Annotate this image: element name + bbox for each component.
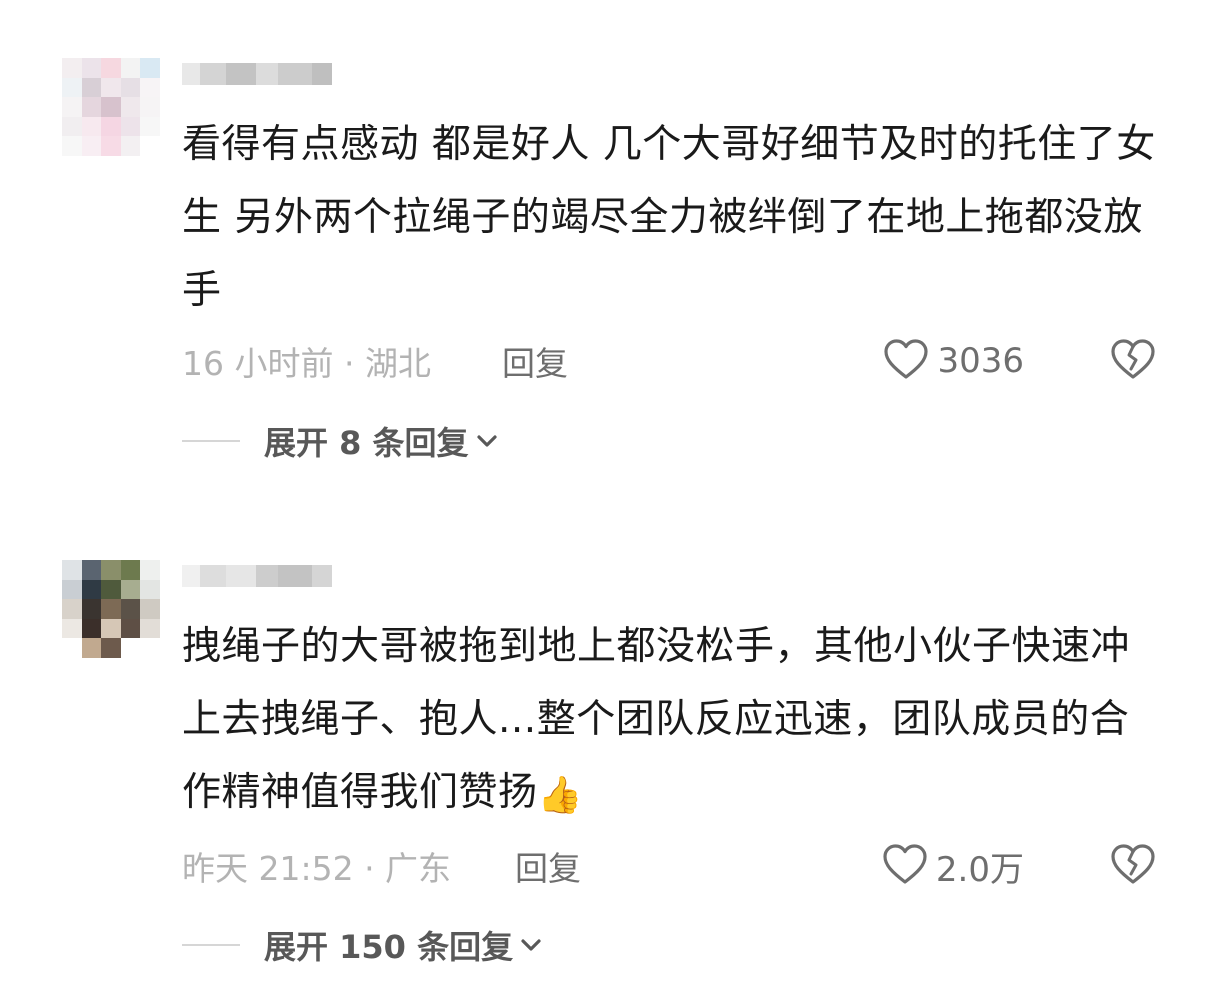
avatar-pixel <box>101 560 121 580</box>
username-mosaic-block <box>278 565 312 587</box>
username-mosaic-block <box>200 565 226 587</box>
avatar[interactable] <box>62 560 160 658</box>
expand-replies-button[interactable]: 展开 150 条回复 <box>182 922 543 968</box>
avatar-pixel <box>81 77 102 98</box>
avatar-pixel <box>81 579 102 600</box>
username-mosaic-block <box>182 565 200 587</box>
dislike-button[interactable] <box>1110 842 1156 890</box>
username-mosaic-block <box>226 565 256 587</box>
chevron-down-icon <box>475 433 499 449</box>
reply-button[interactable]: 回复 <box>515 842 581 890</box>
avatar-pixel <box>81 97 102 117</box>
avatar-pixel <box>101 77 121 98</box>
avatar-pixel <box>140 560 160 580</box>
avatar-pixel <box>62 97 82 117</box>
expand-replies-button[interactable]: 展开 8 条回复 <box>182 418 499 464</box>
avatar-pixel <box>120 599 141 619</box>
username-blurred[interactable] <box>182 560 332 592</box>
avatar-pixel <box>120 136 141 156</box>
thumbs-up-emoji: 👍 <box>537 775 583 816</box>
avatar-pixel <box>62 136 82 156</box>
comment-text-content: 看得有点感动 都是好人 几个大哥好细节及时的托住了女生 另外两个拉绳子的竭尽全力… <box>182 122 1156 313</box>
avatar-pixel <box>62 560 82 580</box>
expand-divider <box>182 944 240 946</box>
avatar-pixel <box>81 560 102 580</box>
comment-list: 看得有点感动 都是好人 几个大哥好细节及时的托住了女生 另外两个拉绳子的竭尽全力… <box>0 0 1206 1000</box>
heart-outline-icon <box>883 338 929 384</box>
username-mosaic-block <box>256 63 278 85</box>
broken-heart-icon <box>1110 843 1156 889</box>
username-mosaic-block <box>278 63 312 85</box>
avatar-pixel <box>62 116 82 137</box>
username-mosaic-block <box>312 63 332 85</box>
avatar-pixel <box>81 599 102 619</box>
avatar-pixel <box>62 77 82 98</box>
avatar-pixel <box>62 618 82 639</box>
avatar-pixel <box>120 618 141 639</box>
like-count: 3036 <box>937 341 1024 381</box>
expand-replies-label: 展开 150 条回复 <box>264 928 514 966</box>
avatar-pixel <box>140 618 160 639</box>
avatar-pixel <box>120 579 141 600</box>
heart-outline-icon <box>882 843 928 889</box>
comment-time-location: 昨天 21:52 · 广东 <box>182 849 452 888</box>
avatar-pixel <box>101 136 121 156</box>
avatar-pixel <box>101 599 121 619</box>
avatar-pixel <box>81 58 102 78</box>
like-count: 2.0万 <box>935 849 1024 890</box>
avatar-pixel <box>101 58 121 78</box>
comment-text-content: 拽绳子的大哥被拖到地上都没松手，其他小伙子快速冲上去拽绳子、抱人...整个团队反… <box>182 624 1131 815</box>
expand-replies-label: 展开 8 条回复 <box>264 424 469 462</box>
reply-button[interactable]: 回复 <box>502 337 568 385</box>
dislike-button[interactable] <box>1110 337 1156 385</box>
avatar-pixel <box>120 58 141 78</box>
comment-text: 看得有点感动 都是好人 几个大哥好细节及时的托住了女生 另外两个拉绳子的竭尽全力… <box>182 108 1167 327</box>
like-button[interactable]: 3036 <box>883 337 1024 385</box>
avatar-pixel <box>140 579 160 600</box>
avatar-pixel <box>81 638 102 658</box>
avatar-pixel <box>140 97 160 117</box>
avatar-pixel <box>62 599 82 619</box>
username-mosaic-block <box>256 565 278 587</box>
avatar-pixel <box>81 618 102 639</box>
expand-divider <box>182 440 240 442</box>
avatar-pixel <box>81 136 102 156</box>
comment-text: 拽绳子的大哥被拖到地上都没松手，其他小伙子快速冲上去拽绳子、抱人...整个团队反… <box>182 610 1167 829</box>
avatar-pixel <box>81 116 102 137</box>
broken-heart-icon <box>1110 338 1156 384</box>
avatar-pixel <box>120 116 141 137</box>
avatar-pixel <box>101 638 121 658</box>
username-blurred[interactable] <box>182 58 332 90</box>
avatar-pixel <box>101 97 121 117</box>
avatar-pixel <box>101 579 121 600</box>
username-mosaic-block <box>182 63 200 85</box>
comment-meta-row: 16 小时前 · 湖北 回复 3036 <box>182 337 1156 385</box>
username-mosaic-block <box>226 63 256 85</box>
avatar-pixel <box>140 136 160 156</box>
comment-time-location: 16 小时前 · 湖北 <box>182 344 431 383</box>
comment-meta-row: 昨天 21:52 · 广东 回复 2.0万 <box>182 842 1156 890</box>
avatar-pixel <box>140 116 160 137</box>
avatar[interactable] <box>62 58 160 156</box>
chevron-down-icon <box>519 937 543 953</box>
avatar-pixel <box>101 116 121 137</box>
avatar-pixel <box>140 77 160 98</box>
avatar-pixel <box>62 58 82 78</box>
avatar-pixel <box>140 638 160 658</box>
avatar-pixel <box>120 560 141 580</box>
avatar-pixel <box>101 618 121 639</box>
like-button[interactable]: 2.0万 <box>882 842 1024 890</box>
avatar-pixel <box>140 599 160 619</box>
username-mosaic-block <box>312 565 332 587</box>
avatar-pixel <box>120 77 141 98</box>
avatar-pixel <box>62 579 82 600</box>
avatar-pixel <box>140 58 160 78</box>
avatar-pixel <box>120 638 141 658</box>
username-mosaic-block <box>200 63 226 85</box>
avatar-pixel <box>120 97 141 117</box>
avatar-pixel <box>62 638 82 658</box>
